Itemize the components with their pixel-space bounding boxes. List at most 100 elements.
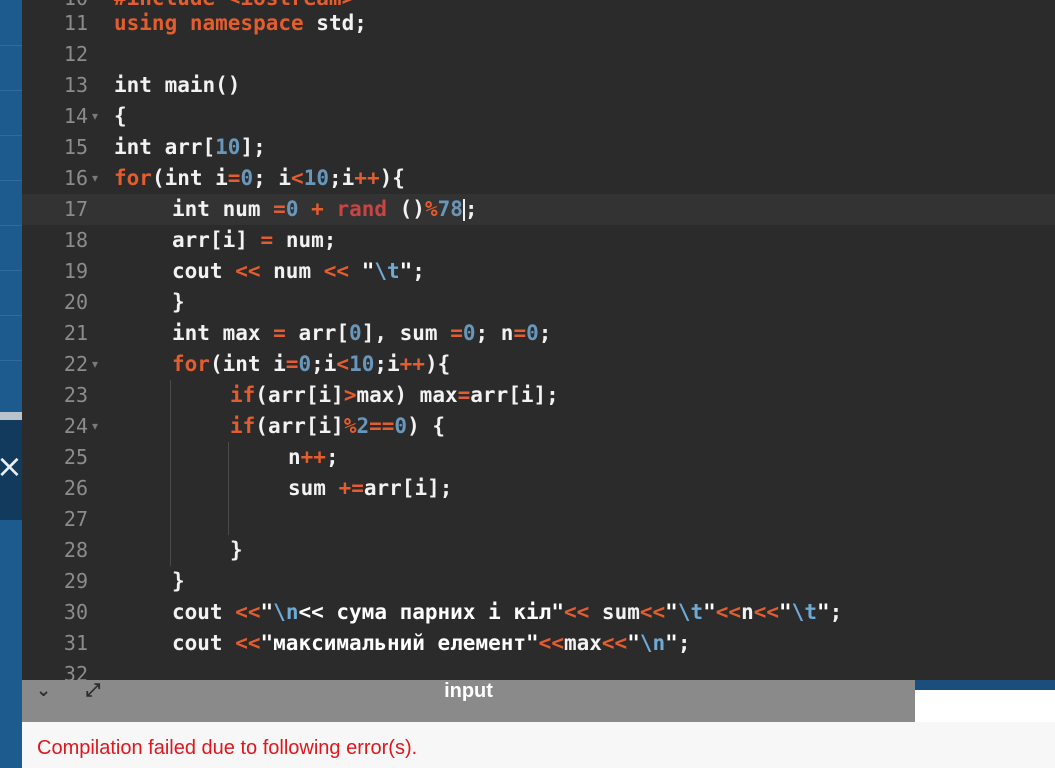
code-token: << (715, 600, 742, 624)
line-number: 18 (63, 228, 88, 252)
code-token: << (639, 600, 666, 624)
line-number: 30 (63, 600, 88, 624)
code-text: if(arr[i]>max) max=arr[i]; (230, 380, 559, 411)
code-token: ; (829, 600, 843, 624)
code-line[interactable]: 18 arr[i] = num; (22, 225, 1055, 256)
fold-toggle-icon[interactable]: ▾ (92, 163, 98, 194)
panel-title[interactable]: input (22, 680, 915, 703)
line-number: 28 (63, 538, 88, 562)
fold-toggle-icon[interactable]: ▾ (92, 411, 98, 442)
code-line[interactable]: 29} (22, 566, 1055, 597)
code-token: ; i (253, 166, 292, 190)
code-token: " (260, 600, 274, 624)
indent-guide (170, 411, 171, 442)
code-token: 0 (394, 414, 408, 438)
line-number: 26 (63, 476, 88, 500)
code-line[interactable]: 31 cout <<"максимальний елемент"<<max<<"\… (22, 628, 1055, 659)
line-number: 24 (63, 414, 88, 438)
code-token: << (323, 259, 350, 283)
code-token: sum (589, 600, 640, 624)
code-text: cout <<"\n<< сума парних і кіл"<< sum<<"… (172, 597, 842, 628)
code-token: << (563, 600, 590, 624)
code-line[interactable]: 22 ▾ for(int i=0;i<10;i++){ (22, 349, 1055, 380)
code-token: using namespace (114, 11, 304, 35)
code-line[interactable]: 30 cout <<"\n<< сума парних і кіл"<< sum<… (22, 597, 1055, 628)
code-token: = (273, 197, 286, 221)
line-number: 16 (63, 166, 88, 190)
code-text: sum +=arr[i]; (288, 473, 452, 504)
code-text: } (172, 287, 185, 318)
code-token: << (538, 631, 564, 655)
code-token: ){ (379, 166, 405, 190)
stdin-input[interactable] (915, 690, 1055, 722)
code-token: arr[i]; (363, 476, 453, 500)
code-token: ;i (329, 166, 355, 190)
code-token: + (311, 197, 324, 221)
code-token: { (114, 104, 127, 128)
code-line[interactable]: 21 int max = arr[0], sum =0; n=0; (22, 318, 1055, 349)
line-number: 22 (63, 352, 88, 376)
code-token: max) max (356, 383, 458, 407)
code-token: " (627, 631, 640, 655)
code-token: ; n (475, 321, 514, 345)
code-token: () (387, 197, 425, 221)
code-line[interactable]: 28} (22, 535, 1055, 566)
line-number: 13 (63, 73, 88, 97)
code-token: arr[ (285, 321, 350, 345)
code-token: " (779, 600, 792, 624)
code-token: 0 (240, 166, 254, 190)
code-text: cout << num << "\t"; (172, 256, 425, 287)
code-line[interactable]: 16 ▾ for(int i=0; i<10;i++){ (22, 163, 1055, 194)
code-token: 2 (356, 414, 370, 438)
code-line[interactable]: 14 ▾ { (22, 101, 1055, 132)
code-token: int max (172, 321, 274, 345)
fold-toggle-icon[interactable]: ▾ (92, 349, 98, 380)
code-text: n++; (288, 442, 339, 473)
code-token: ; (677, 631, 691, 655)
code-token: cout (172, 631, 236, 655)
code-line[interactable]: 12 (22, 39, 1055, 70)
io-panel-bar: ⌄ ⤢ input (22, 680, 915, 722)
code-token: arr[i] (172, 228, 261, 252)
code-token: ; (325, 445, 339, 469)
code-token: \t (791, 600, 817, 624)
code-token: " (665, 631, 678, 655)
code-token: int num (172, 197, 274, 221)
code-token: } (230, 538, 243, 562)
code-line[interactable]: 19 cout << num << "\t"; (22, 256, 1055, 287)
code-token: \t (677, 600, 704, 624)
code-text: int max = arr[0], sum =0; n=0; (172, 318, 551, 349)
code-token: << (235, 631, 261, 655)
line-number: 31 (63, 631, 88, 655)
code-line[interactable]: 23 if(arr[i]>max) max=arr[i]; (22, 380, 1055, 411)
fold-toggle-icon[interactable]: ▾ (92, 101, 98, 132)
code-line[interactable]: 26 sum +=arr[i]; (22, 473, 1055, 504)
code-token: sum (288, 476, 339, 500)
code-token: << (753, 600, 780, 624)
code-line[interactable]: 15 int arr[10]; (22, 132, 1055, 163)
code-token: ; (464, 197, 478, 221)
line-number: 32 (63, 662, 88, 680)
code-line[interactable]: 24 ▾ if(arr[i]%2==0) { (22, 411, 1055, 442)
code-text: arr[i] = num; (172, 225, 336, 256)
code-token: (arr[i] (255, 383, 344, 407)
code-token: int main() (114, 73, 241, 97)
code-editor[interactable]: 10 #include <iostream> 11using namespace… (22, 0, 1055, 680)
code-line[interactable]: 25 n++; (22, 442, 1055, 473)
code-token: << (601, 631, 628, 655)
code-token: ++ (399, 352, 425, 376)
code-token: ; (412, 259, 425, 283)
code-line[interactable]: 20} (22, 287, 1055, 318)
code-line[interactable]: 17 int num =0 + rand ()%78; (22, 194, 1055, 225)
code-line[interactable]: 27 (22, 504, 1055, 535)
code-text: using namespace std; (114, 8, 367, 39)
line-number: 15 (63, 135, 88, 159)
code-token: % (343, 414, 357, 438)
close-icon[interactable]: × (0, 446, 23, 486)
code-line[interactable]: 11 using namespace std; (22, 8, 1055, 39)
code-line[interactable]: 13 int main() (22, 70, 1055, 101)
code-token: } (172, 290, 185, 314)
code-text: int num =0 + rand ()%78; (172, 194, 478, 225)
